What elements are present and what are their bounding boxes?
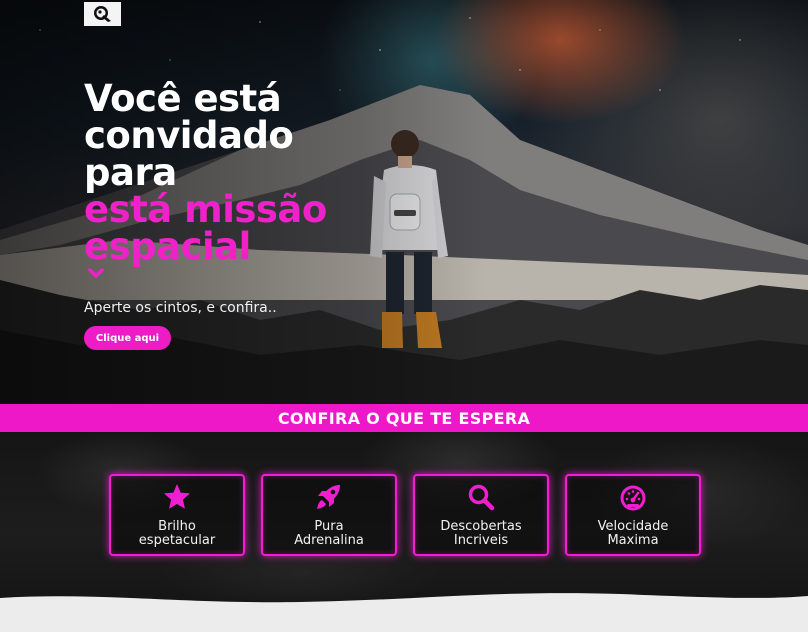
feature-label: Velocidade Maxima: [597, 519, 669, 548]
headline-line: Você está: [84, 77, 282, 120]
chevron-down-icon[interactable]: [88, 268, 104, 280]
astronaut-logo-icon: [93, 6, 111, 22]
feature-card-adrenalina[interactable]: Pura Adrenalina: [261, 474, 397, 556]
headline-line: para: [84, 151, 177, 194]
feature-card-descobertas[interactable]: Descobertas Incriveis: [413, 474, 549, 556]
feature-card-velocidade[interactable]: Velocidade Maxima: [565, 474, 701, 556]
search-icon: [468, 484, 495, 511]
headline-line: convidado: [84, 114, 294, 157]
headline-highlight: espacial: [84, 225, 251, 268]
feature-label: Brilho espetacular: [138, 519, 216, 548]
hero-headline: Você está convidado para está missão esp…: [84, 80, 404, 265]
section-banner: CONFIRA O QUE TE ESPERA: [0, 404, 808, 432]
headline-highlight: está missão: [84, 188, 327, 231]
star-icon: [164, 484, 190, 509]
hero-section: Você está convidado para está missão esp…: [0, 0, 808, 404]
speedometer-icon: [620, 485, 646, 511]
hero-subtitle: Aperte os cintos, e confira..: [84, 300, 277, 316]
feature-label: Pura Adrenalina: [294, 519, 364, 548]
feature-label: Descobertas Incriveis: [440, 519, 522, 548]
features-section: Brilho espetacular Pura Adrenalina Desco…: [0, 432, 808, 632]
section-divider-wave: [0, 593, 808, 632]
rocket-icon: [317, 485, 340, 509]
site-logo[interactable]: [84, 2, 121, 26]
feature-card-brilho[interactable]: Brilho espetacular: [109, 474, 245, 556]
cta-button[interactable]: Clique aqui: [84, 326, 171, 350]
